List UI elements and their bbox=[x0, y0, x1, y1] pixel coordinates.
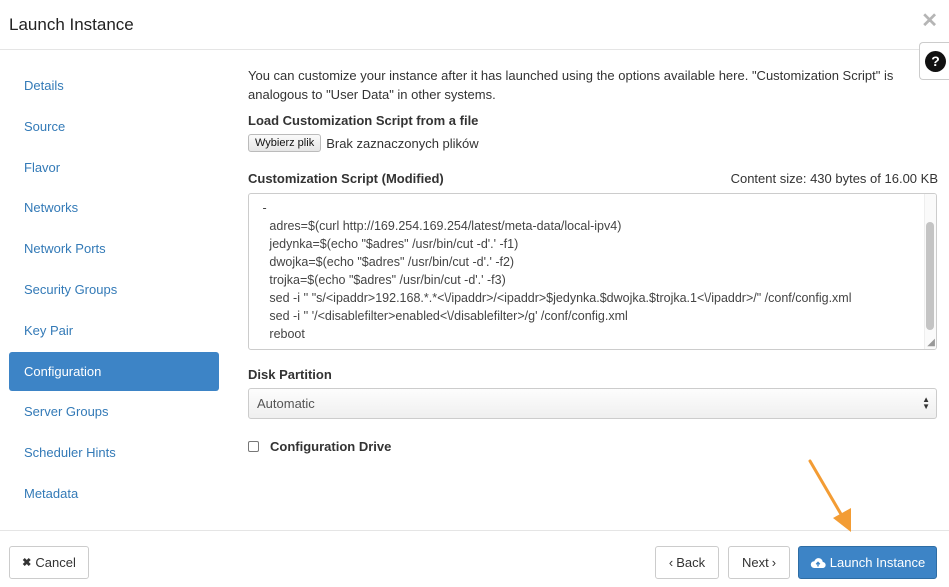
nav-item-scheduler-hints[interactable]: Scheduler Hints bbox=[9, 433, 219, 472]
config-drive-label: Configuration Drive bbox=[270, 439, 392, 454]
script-line: - bbox=[259, 201, 267, 215]
script-line: dwojka=$(echo "$adres" /usr/bin/cut -d'.… bbox=[259, 255, 515, 269]
config-drive-row: Configuration Drive bbox=[248, 439, 391, 454]
script-label: Customization Script (Modified) bbox=[248, 171, 444, 186]
choose-file-button[interactable]: Wybierz plik bbox=[248, 134, 322, 152]
disk-partition-label: Disk Partition bbox=[248, 367, 332, 382]
next-button[interactable]: Next › bbox=[728, 546, 790, 579]
launch-instance-button[interactable]: Launch Instance bbox=[798, 546, 937, 579]
cancel-label: Cancel bbox=[35, 555, 76, 570]
close-icon[interactable]: ✕ bbox=[921, 11, 938, 31]
nav-item-details[interactable]: Details bbox=[9, 66, 219, 105]
load-script-label: Load Customization Script from a file bbox=[248, 113, 479, 128]
content-size: Content size: 430 bytes of 16.00 KB bbox=[730, 171, 938, 186]
cloud-upload-icon bbox=[810, 557, 826, 568]
nav-item-key-pair[interactable]: Key Pair bbox=[9, 311, 219, 350]
annotation-arrow bbox=[808, 459, 851, 532]
script-line: trojka=$(echo "$adres" /usr/bin/cut -d'.… bbox=[259, 273, 506, 287]
file-input: Wybierz plik Brak zaznaczonych plików bbox=[248, 134, 938, 152]
scrollbar[interactable] bbox=[924, 194, 936, 349]
script-line: reboot bbox=[259, 327, 305, 341]
launch-label: Launch Instance bbox=[829, 555, 926, 570]
modal-footer: ✖ Cancel ‹ Back Next › Launch Instance bbox=[0, 530, 949, 587]
file-status: Brak zaznaczonych plików bbox=[326, 135, 479, 151]
cancel-button[interactable]: ✖ Cancel bbox=[9, 546, 89, 579]
back-button[interactable]: ‹ Back bbox=[655, 546, 719, 579]
script-line: jedynka=$(echo "$adres" /usr/bin/cut -d'… bbox=[259, 237, 519, 251]
script-line: sed -i '' '/<disablefilter>enabled<\/dis… bbox=[259, 309, 628, 323]
script-header: Customization Script (Modified) Content … bbox=[248, 171, 938, 186]
select-arrows-icon: ▲ ▼ bbox=[922, 395, 930, 411]
nav-item-networks[interactable]: Networks bbox=[9, 188, 219, 227]
script-content: runcmd: - adres=$(curl http://169.254.16… bbox=[259, 194, 852, 343]
modal-header: Launch Instance ✕ bbox=[0, 0, 949, 50]
customization-script-textarea[interactable]: runcmd: - adres=$(curl http://169.254.16… bbox=[248, 193, 937, 350]
back-label: Back bbox=[676, 555, 706, 570]
next-label: Next bbox=[741, 555, 769, 570]
modal-title: Launch Instance bbox=[9, 15, 134, 34]
script-line: adres=$(curl http://169.254.169.254/late… bbox=[259, 219, 622, 233]
scrollbar-thumb[interactable] bbox=[926, 222, 934, 330]
nav-item-network-ports[interactable]: Network Ports bbox=[9, 229, 219, 268]
nav-item-flavor[interactable]: Flavor bbox=[9, 148, 219, 187]
wizard-nav: Details Source Flavor Networks Network Ports… bbox=[9, 66, 219, 515]
disk-partition-value: Automatic bbox=[257, 396, 315, 411]
nav-item-metadata[interactable]: Metadata bbox=[9, 474, 219, 513]
close-icon: ✖ bbox=[22, 557, 32, 569]
nav-item-server-groups[interactable]: Server Groups bbox=[9, 392, 219, 431]
resize-grip-icon[interactable]: ◢ bbox=[927, 338, 935, 348]
configuration-panel: You can customize your instance after it… bbox=[248, 66, 938, 454]
chevron-right-icon: › bbox=[771, 555, 777, 570]
chevron-left-icon: ‹ bbox=[668, 555, 674, 570]
disk-partition-select[interactable]: Automatic ▲ ▼ bbox=[248, 388, 937, 419]
script-line: sed -i '' "s/<ipaddr>192.168.*.*<\/ipadd… bbox=[259, 291, 852, 305]
config-drive-checkbox[interactable] bbox=[248, 441, 259, 452]
intro-text: You can customize your instance after it… bbox=[248, 68, 894, 102]
nav-item-security-groups[interactable]: Security Groups bbox=[9, 270, 219, 309]
nav-item-source[interactable]: Source bbox=[9, 107, 219, 146]
nav-item-configuration[interactable]: Configuration bbox=[9, 351, 219, 391]
